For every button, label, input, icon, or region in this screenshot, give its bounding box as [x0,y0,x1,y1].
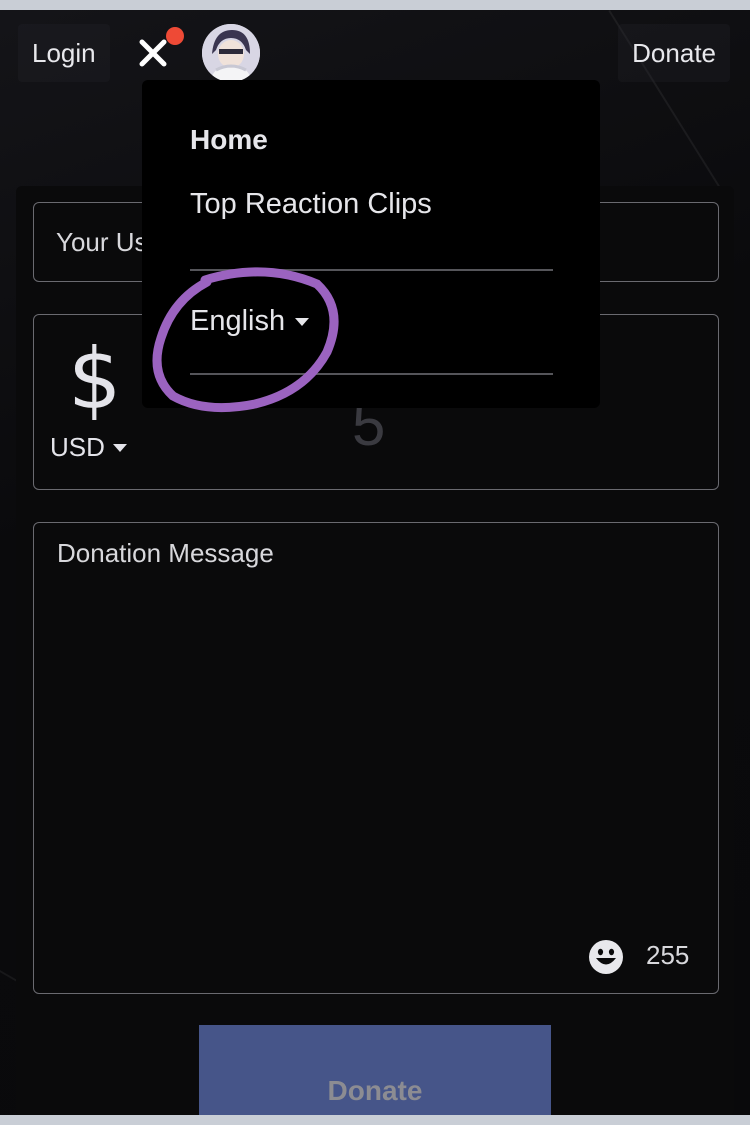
annotation-circle [152,267,339,413]
bottom-frame-strip [0,1115,750,1125]
donate-link[interactable]: Donate [618,24,730,82]
avatar[interactable] [202,24,260,82]
donation-message-placeholder: Donation Message [57,538,274,568]
login-button[interactable]: Login [18,24,110,82]
notification-dot [166,27,184,45]
emoji-icon[interactable] [588,939,624,975]
menu-item-top-reaction-clips[interactable]: Top Reaction Clips [190,188,432,221]
username-placeholder: Your Us [56,227,148,257]
top-frame-strip [0,0,750,10]
menu-item-home[interactable]: Home [190,124,268,156]
currency-symbol: $ [68,330,122,428]
close-icon[interactable] [136,36,170,70]
currency-code: USD [50,432,105,462]
caret-down-icon [112,443,127,452]
donate-submit-button[interactable]: Donate [199,1025,551,1115]
character-counter: 255 [646,940,690,970]
currency-selector[interactable]: USD [50,432,127,463]
donation-message-field[interactable] [33,522,719,994]
